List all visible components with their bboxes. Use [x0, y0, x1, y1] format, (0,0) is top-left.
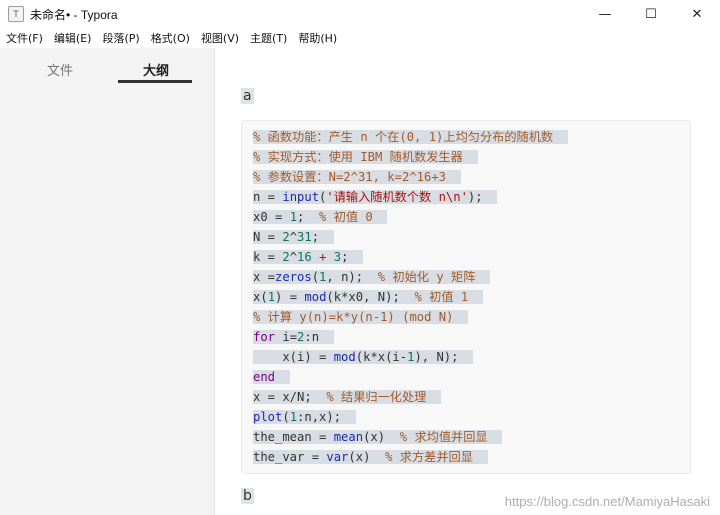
menu-view[interactable]: 视图(V): [196, 30, 244, 46]
code-line: x = x/N; % 结果归一化处理: [253, 387, 568, 407]
code-line-text: the_var = var(x) % 求方差并回显: [253, 450, 488, 464]
code-line-text: n = input('请输入随机数个数 n\n');: [253, 190, 498, 204]
paragraph-a-text: a: [241, 88, 254, 104]
code-line: k = 2^16 + 3;: [253, 247, 568, 267]
code-line: N = 2^31;: [253, 227, 568, 247]
menu-paragraph[interactable]: 段落(P): [97, 30, 144, 46]
code-line: for i=2:n: [253, 327, 568, 347]
code-line-text: for i=2:n: [253, 330, 334, 344]
paragraph-b[interactable]: b: [241, 488, 254, 504]
code-block[interactable]: % 函数功能：产生 n 个在(0, 1)上均匀分布的随机数 % 实现方式：使用 …: [241, 120, 691, 474]
typora-app-icon: T: [8, 6, 24, 22]
code-line-text: % 计算 y(n)=k*y(n-1) (mod N): [253, 310, 469, 324]
code-line-text: % 参数设置：N=2^31, k=2^16+3: [253, 170, 461, 184]
code-line-text: the_mean = mean(x) % 求均值并回显: [253, 430, 503, 444]
code-line: the_mean = mean(x) % 求均值并回显: [253, 427, 568, 447]
menu-help[interactable]: 帮助(H): [293, 30, 342, 46]
code-line-text: x(1) = mod(k*x0, N); % 初值 1: [253, 290, 483, 304]
code-line-text: % 函数功能：产生 n 个在(0, 1)上均匀分布的随机数: [253, 130, 568, 144]
code-line: n = input('请输入随机数个数 n\n');: [253, 187, 568, 207]
menu-file[interactable]: 文件(F): [1, 30, 48, 46]
code-line: x(i) = mod(k*x(i-1), N);: [253, 347, 568, 367]
code-line: end: [253, 367, 568, 387]
code-line: % 实现方式：使用 IBM 随机数发生器: [253, 147, 568, 167]
title-bar: T 未命名• - Typora — ☐ ✕: [0, 0, 720, 28]
close-button[interactable]: ✕: [674, 0, 720, 28]
tab-outline[interactable]: 大纲: [143, 60, 169, 79]
minimize-button[interactable]: —: [582, 0, 628, 28]
code-line-text: x =zeros(1, n); % 初始化 y 矩阵: [253, 270, 491, 284]
code-line: % 参数设置：N=2^31, k=2^16+3: [253, 167, 568, 187]
tab-files[interactable]: 文件: [47, 60, 73, 79]
window-controls: — ☐ ✕: [582, 0, 720, 28]
code-line: x(1) = mod(k*x0, N); % 初值 1: [253, 287, 568, 307]
paragraph-b-text: b: [241, 488, 254, 504]
code-line: x =zeros(1, n); % 初始化 y 矩阵: [253, 267, 568, 287]
maximize-button[interactable]: ☐: [628, 0, 674, 28]
code-line: the_var = var(x) % 求方差并回显: [253, 447, 568, 467]
paragraph-a[interactable]: a: [241, 88, 254, 104]
code-line-text: plot(1:n,x);: [253, 410, 356, 424]
code-line: x0 = 1; % 初值 0: [253, 207, 568, 227]
code-line-text: k = 2^16 + 3;: [253, 250, 364, 264]
window-title: 未命名• - Typora: [30, 7, 118, 22]
code-line: % 函数功能：产生 n 个在(0, 1)上均匀分布的随机数: [253, 127, 568, 147]
menu-format[interactable]: 格式(O): [146, 30, 195, 46]
menu-theme[interactable]: 主题(T): [245, 30, 292, 46]
sidebar: 文件 大纲: [0, 48, 215, 515]
code-line-text: N = 2^31;: [253, 230, 334, 244]
active-tab-indicator: [118, 80, 192, 83]
code-line-text: % 实现方式：使用 IBM 随机数发生器: [253, 150, 478, 164]
menu-edit[interactable]: 编辑(E): [49, 30, 97, 46]
code-lines: % 函数功能：产生 n 个在(0, 1)上均匀分布的随机数 % 实现方式：使用 …: [253, 127, 568, 467]
code-line-text: x = x/N; % 结果归一化处理: [253, 390, 442, 404]
code-line-text: x(i) = mod(k*x(i-1), N);: [253, 350, 474, 364]
editor-area[interactable]: a % 函数功能：产生 n 个在(0, 1)上均匀分布的随机数 % 实现方式：使…: [215, 48, 720, 515]
menu-bar: 文件(F) 编辑(E) 段落(P) 格式(O) 视图(V) 主题(T) 帮助(H…: [0, 28, 720, 48]
code-line: % 计算 y(n)=k*y(n-1) (mod N): [253, 307, 568, 327]
code-line-text: x0 = 1; % 初值 0: [253, 210, 388, 224]
code-line: plot(1:n,x);: [253, 407, 568, 427]
code-line-text: end: [253, 370, 290, 384]
csdn-watermark: https://blog.csdn.net/MamiyaHasaki: [504, 494, 710, 509]
